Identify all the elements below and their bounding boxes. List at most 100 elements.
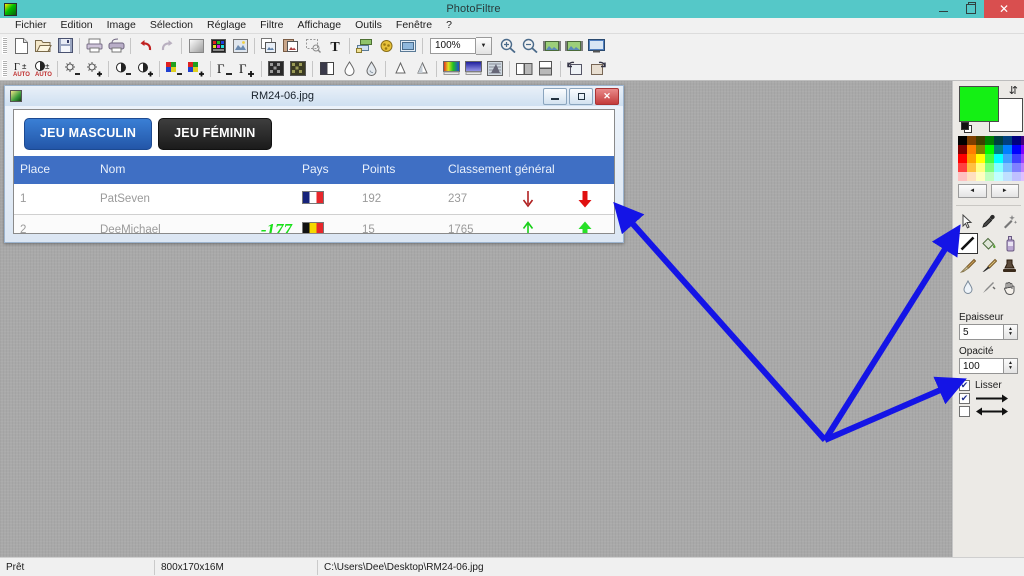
palette-swatch[interactable] <box>958 145 967 154</box>
thickness-input[interactable] <box>959 324 1003 340</box>
negative-icon[interactable] <box>316 58 338 79</box>
zoom-in-icon[interactable] <box>497 35 519 56</box>
brightness-up-icon[interactable] <box>83 58 105 79</box>
opacity-spin-buttons[interactable]: ▲ ▼ <box>1003 358 1018 374</box>
spray-tool[interactable] <box>999 233 1020 254</box>
paste-image-icon[interactable] <box>280 35 302 56</box>
saturation-up-icon[interactable] <box>185 58 207 79</box>
thickness-stepper[interactable]: ▲▼ <box>959 324 1018 340</box>
swap-colors-icon[interactable]: ⇵ <box>1009 84 1018 97</box>
duotone-icon[interactable] <box>462 58 484 79</box>
default-colors-icon[interactable] <box>961 122 973 133</box>
flip-vertical-icon[interactable] <box>535 58 557 79</box>
palette-swatch[interactable] <box>1012 163 1021 172</box>
paintbrush-tool[interactable] <box>957 255 978 276</box>
redo-icon[interactable] <box>156 35 178 56</box>
zoom-out-icon[interactable] <box>519 35 541 56</box>
brightness-down-icon[interactable] <box>61 58 83 79</box>
smudge-tool[interactable] <box>978 255 999 276</box>
image-minimize-button[interactable] <box>543 87 567 105</box>
thickness-spin-buttons[interactable]: ▲ ▼ <box>1003 324 1018 340</box>
fullscreen-icon[interactable] <box>585 35 607 56</box>
color-gradient-icon[interactable] <box>440 58 462 79</box>
menu-outils[interactable]: Outils <box>348 18 389 33</box>
copy-image-icon[interactable] <box>258 35 280 56</box>
image-maximize-button[interactable] <box>569 87 593 105</box>
rotate-right-icon[interactable] <box>586 58 608 79</box>
palette-swatch[interactable] <box>976 172 985 181</box>
palette-swatch[interactable] <box>985 172 994 181</box>
toolbar-grip[interactable] <box>2 60 7 77</box>
close-button[interactable]: ✕ <box>984 0 1024 18</box>
new-file-icon[interactable] <box>10 35 32 56</box>
palette-swatch[interactable] <box>985 154 994 163</box>
opacity-input[interactable] <box>959 358 1003 374</box>
image-window-titlebar[interactable]: RM24-06.jpg ✕ <box>5 86 623 106</box>
palette-swatch[interactable] <box>958 136 967 145</box>
grayscale-icon[interactable] <box>265 58 287 79</box>
paint-bucket-tool[interactable] <box>978 233 999 254</box>
open-file-icon[interactable] <box>32 35 54 56</box>
crop-icon[interactable] <box>302 35 324 56</box>
actual-size-icon[interactable] <box>563 35 585 56</box>
palette-next-button[interactable]: ► <box>990 184 1019 198</box>
eyedropper-tool[interactable] <box>978 211 999 232</box>
contrast-up-icon[interactable] <box>134 58 156 79</box>
palette-swatch[interactable] <box>994 145 1003 154</box>
menu-image[interactable]: Image <box>100 18 143 33</box>
palette-swatch[interactable] <box>1003 163 1012 172</box>
magic-wand-tool[interactable] <box>999 211 1020 232</box>
blur-finger-tool[interactable] <box>978 277 999 298</box>
palette-swatch[interactable] <box>967 145 976 154</box>
toolbar-grip[interactable] <box>2 37 7 54</box>
hand-tool[interactable] <box>999 277 1020 298</box>
arrow-end-checkbox[interactable]: ✔ <box>959 393 970 404</box>
gradient-icon[interactable] <box>185 35 207 56</box>
waterdrop-tool[interactable] <box>957 277 978 298</box>
minimize-button[interactable] <box>930 0 957 18</box>
palette-swatch[interactable] <box>985 145 994 154</box>
arrow-end-option-row[interactable]: ✔ <box>959 393 1024 404</box>
auto-contrast-icon[interactable]: Γ ± AUTO <box>10 58 32 79</box>
palette-swatch[interactable] <box>958 154 967 163</box>
print-preview-icon[interactable] <box>105 35 127 56</box>
palette-swatch[interactable] <box>1012 154 1021 163</box>
maximize-button[interactable] <box>957 0 984 18</box>
foreground-color-swatch[interactable] <box>959 86 999 122</box>
palette-swatch[interactable] <box>967 172 976 181</box>
palette-swatch[interactable] <box>958 172 967 181</box>
print-icon[interactable] <box>83 35 105 56</box>
menu-selection[interactable]: Sélection <box>143 18 200 33</box>
palette-swatch[interactable] <box>985 163 994 172</box>
menu-fenetre[interactable]: Fenêtre <box>389 18 439 33</box>
menu-filtre[interactable]: Filtre <box>253 18 290 33</box>
noise-icon[interactable] <box>484 58 506 79</box>
menu-reglage[interactable]: Réglage <box>200 18 253 33</box>
palette-swatch[interactable] <box>976 136 985 145</box>
color-palette[interactable] <box>958 136 1024 181</box>
arrow-both-checkbox[interactable] <box>959 406 970 417</box>
palette-swatch[interactable] <box>958 163 967 172</box>
smooth-checkbox[interactable]: ✔ <box>959 380 970 391</box>
palette-swatch[interactable] <box>994 163 1003 172</box>
opacity-stepper[interactable]: ▲▼ <box>959 358 1018 374</box>
effects-icon[interactable] <box>375 35 397 56</box>
gamma-up-icon[interactable]: Γ <box>236 58 258 79</box>
tab-jeu-feminin[interactable]: JEU FÉMININ <box>158 118 272 150</box>
zoom-level-input[interactable]: 100% <box>430 37 476 54</box>
palette-swatch[interactable] <box>985 136 994 145</box>
text-tool-icon[interactable]: T <box>324 35 346 56</box>
palette-swatch[interactable] <box>1012 136 1021 145</box>
image-canvas[interactable]: JEU MASCULIN JEU FÉMININ Place Nom Pays … <box>13 109 615 234</box>
gamma-down-icon[interactable]: Γ <box>214 58 236 79</box>
palette-swatch[interactable] <box>976 163 985 172</box>
line-tool[interactable] <box>957 233 978 254</box>
zoom-dropdown-arrow[interactable]: ▼ <box>476 36 492 55</box>
palette-prev-button[interactable]: ◄ <box>958 184 987 198</box>
contrast-down-icon[interactable] <box>112 58 134 79</box>
image-window[interactable]: RM24-06.jpg ✕ JEU MASCULIN JEU FÉMININ P… <box>4 85 624 243</box>
blur-more-icon[interactable] <box>360 58 382 79</box>
frame-icon[interactable] <box>397 35 419 56</box>
layers-icon[interactable] <box>353 35 375 56</box>
palette-swatch[interactable] <box>976 145 985 154</box>
